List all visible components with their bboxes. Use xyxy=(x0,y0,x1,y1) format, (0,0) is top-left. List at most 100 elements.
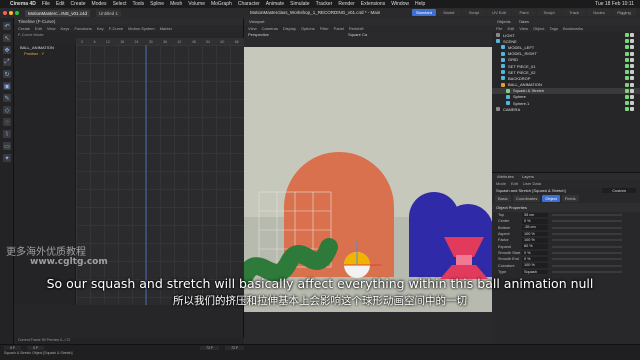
vp-menu-cameras[interactable]: Cameras xyxy=(262,26,278,31)
property-value-field[interactable]: Squash xyxy=(522,269,548,275)
property-slider[interactable] xyxy=(552,258,622,261)
menu-modes[interactable]: Modes xyxy=(92,1,107,7)
visibility-dot-icon[interactable] xyxy=(625,63,629,68)
property-value-field[interactable]: 0 % xyxy=(522,219,548,224)
tl-menu-create[interactable]: Create xyxy=(18,26,30,31)
property-slider[interactable] xyxy=(552,220,622,223)
cube-icon[interactable]: ▣ xyxy=(3,82,11,90)
layout-rigging[interactable]: Rigging xyxy=(612,9,636,16)
tl-menu-functions[interactable]: Functions xyxy=(74,26,91,31)
object-tags[interactable] xyxy=(625,88,634,93)
tl-menu-key[interactable]: Key xyxy=(97,26,104,31)
layout-paint[interactable]: Paint xyxy=(512,9,536,16)
tab-attributes[interactable]: Attributes xyxy=(494,174,517,179)
deformer-icon[interactable]: ⌇ xyxy=(3,130,11,138)
property-slider[interactable] xyxy=(552,264,622,267)
undo-icon[interactable]: ↶ xyxy=(3,22,11,30)
property-value-field[interactable]: 0 % xyxy=(522,250,548,256)
object-tags[interactable] xyxy=(625,51,634,56)
visibility-dot-icon[interactable] xyxy=(625,51,629,56)
menu-help[interactable]: Help xyxy=(415,1,425,7)
vp-menu-filter[interactable]: Filter xyxy=(320,26,329,31)
menu-extensions[interactable]: Extensions xyxy=(361,1,385,7)
property-slider[interactable] xyxy=(552,251,622,254)
property-value-field[interactable]: -35 cm xyxy=(522,225,548,230)
move-icon[interactable]: ✥ xyxy=(3,46,11,54)
tl-menu-motion-system[interactable]: Motion System xyxy=(128,26,154,31)
frame-end-field[interactable]: 72 F xyxy=(200,346,220,350)
object-tags[interactable] xyxy=(625,45,634,50)
visibility-dot-icon[interactable] xyxy=(630,63,634,68)
track-position-y[interactable]: Position . Y xyxy=(14,51,75,57)
menu-select[interactable]: Select xyxy=(113,1,127,7)
menu-tracker[interactable]: Tracker xyxy=(316,1,333,7)
object-row[interactable]: CAMERA xyxy=(492,106,640,112)
property-slider[interactable] xyxy=(552,226,622,229)
menu-simulate[interactable]: Simulate xyxy=(290,1,309,7)
tl-menu-fcurve[interactable]: F-Curve xyxy=(109,26,123,31)
om-menu-file[interactable]: File xyxy=(496,26,502,31)
layout-script[interactable]: Script xyxy=(462,9,486,16)
layout-standard[interactable]: Standard xyxy=(412,9,436,16)
tab-viewport[interactable]: Viewport xyxy=(246,19,268,24)
menu-volume[interactable]: Volume xyxy=(188,1,205,7)
menu-window[interactable]: Window xyxy=(391,1,409,7)
visibility-dot-icon[interactable] xyxy=(630,82,634,87)
tl-menu-marker[interactable]: Marker xyxy=(160,26,172,31)
visibility-dot-icon[interactable] xyxy=(630,57,634,62)
menu-character[interactable]: Character xyxy=(238,1,260,7)
visibility-dot-icon[interactable] xyxy=(625,107,629,112)
rotate-icon[interactable]: ↻ xyxy=(3,70,11,78)
menu-spline[interactable]: Spline xyxy=(150,1,164,7)
visibility-dot-icon[interactable] xyxy=(630,88,634,93)
property-value-field[interactable]: 100 % xyxy=(522,238,548,243)
visibility-dot-icon[interactable] xyxy=(630,70,634,75)
tl-menu-view[interactable]: View xyxy=(47,26,56,31)
visibility-dot-icon[interactable] xyxy=(625,70,629,75)
attr-menu-edit[interactable]: Edit xyxy=(511,181,518,186)
object-tags[interactable] xyxy=(625,82,634,87)
document-tab[interactable]: MotionMasterc...INS_v01.c4d xyxy=(25,9,91,17)
property-slider[interactable] xyxy=(552,214,622,217)
layout-nodes[interactable]: Nodes xyxy=(587,9,611,16)
attr-custom-dropdown[interactable]: Custom xyxy=(602,188,636,193)
om-menu-edit[interactable]: Edit xyxy=(507,26,514,31)
app-name-menu[interactable]: Cinema 4D xyxy=(10,1,36,7)
om-menu-view[interactable]: View xyxy=(519,26,528,31)
menu-create[interactable]: Create xyxy=(71,1,86,7)
visibility-dot-icon[interactable] xyxy=(630,51,634,56)
object-tags[interactable] xyxy=(625,33,634,37)
timeline-ruler[interactable]: 0 6 12 18 24 30 36 42 48 54 60 66 xyxy=(76,38,244,45)
menu-animate[interactable]: Animate xyxy=(266,1,284,7)
visibility-dot-icon[interactable] xyxy=(625,76,629,81)
visibility-dot-icon[interactable] xyxy=(625,82,629,87)
vp-menu-panel[interactable]: Panel xyxy=(334,26,344,31)
menu-mesh[interactable]: Mesh xyxy=(170,1,182,7)
object-tags[interactable] xyxy=(625,107,634,112)
object-tags[interactable] xyxy=(625,76,634,81)
visibility-dot-icon[interactable] xyxy=(625,57,629,62)
subtab-coordinates[interactable]: Coordinates xyxy=(512,195,541,202)
object-tags[interactable] xyxy=(625,101,634,106)
object-tags[interactable] xyxy=(625,94,634,99)
om-menu-object[interactable]: Object xyxy=(533,26,545,31)
menu-file[interactable]: File xyxy=(42,1,50,7)
property-value-field[interactable]: 60 % xyxy=(522,244,548,249)
minimize-window-button[interactable] xyxy=(9,11,13,15)
visibility-dot-icon[interactable] xyxy=(625,39,629,44)
pen-icon[interactable]: ✎ xyxy=(3,94,11,102)
menu-mograph[interactable]: MoGraph xyxy=(211,1,232,7)
visibility-dot-icon[interactable] xyxy=(630,94,634,99)
subtab-basic[interactable]: Basic xyxy=(495,195,511,202)
visibility-dot-icon[interactable] xyxy=(630,107,634,112)
maximize-window-button[interactable] xyxy=(15,11,19,15)
om-menu-bookmarks[interactable]: Bookmarks xyxy=(563,26,583,31)
visibility-dot-icon[interactable] xyxy=(625,94,629,99)
visibility-dot-icon[interactable] xyxy=(630,101,634,106)
property-slider[interactable] xyxy=(552,239,622,242)
visibility-dot-icon[interactable] xyxy=(630,45,634,50)
visibility-dot-icon[interactable] xyxy=(630,76,634,81)
frame-current-field[interactable]: 0 F xyxy=(27,346,45,350)
visibility-dot-icon[interactable] xyxy=(630,33,634,37)
cloner-icon[interactable]: ⁘ xyxy=(3,118,11,126)
